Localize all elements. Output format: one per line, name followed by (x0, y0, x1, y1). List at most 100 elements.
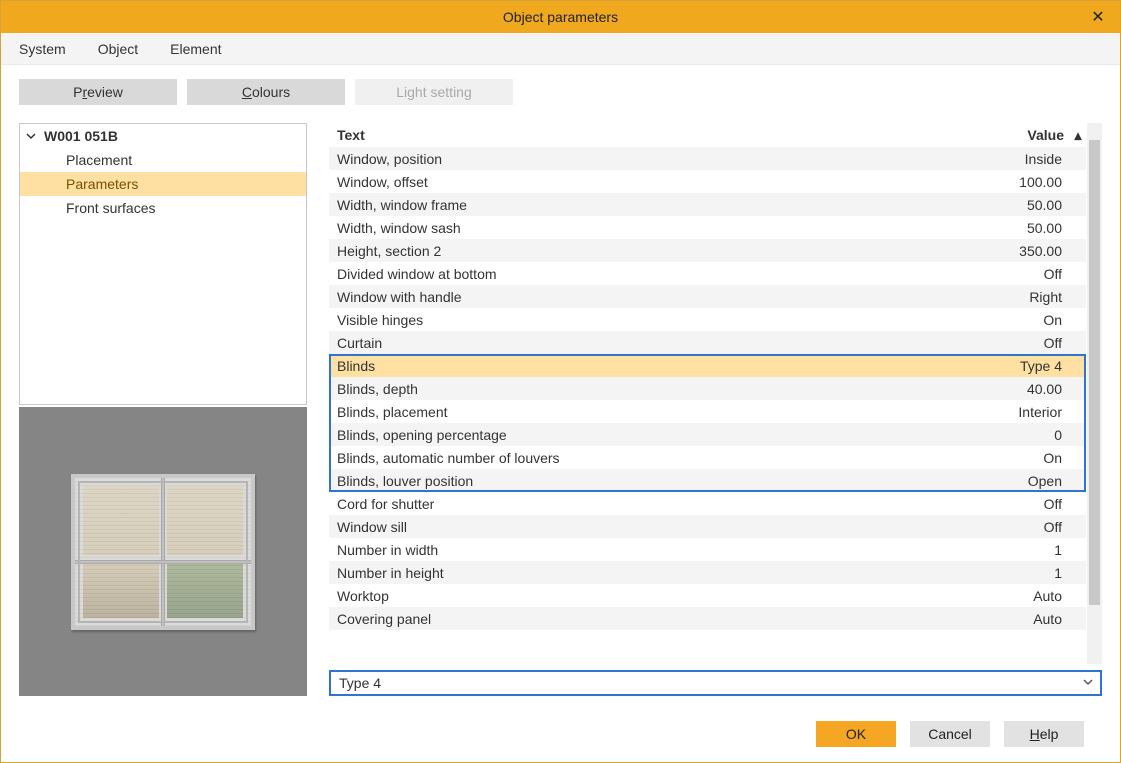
parameter-text: Width, window sash (329, 216, 922, 239)
parameter-text: Visible hinges (329, 308, 922, 331)
preview-render (71, 474, 255, 630)
parameter-value: On (922, 446, 1070, 469)
grid-header-text[interactable]: Text (329, 123, 922, 147)
parameter-value: On (922, 308, 1070, 331)
parameter-text: Worktop (329, 584, 922, 607)
parameter-row[interactable]: Blinds, placementInterior (329, 400, 1086, 423)
content-area: Preview Colours Light setting W001 051B (1, 65, 1120, 762)
parameter-text: Blinds, louver position (329, 469, 922, 492)
parameter-row[interactable]: Blinds, automatic number of louversOn (329, 446, 1086, 469)
parameter-value: Off (922, 515, 1070, 538)
parameter-row[interactable]: Blinds, louver positionOpen (329, 469, 1086, 492)
parameter-row[interactable]: CurtainOff (329, 331, 1086, 354)
parameter-row[interactable]: WorktopAuto (329, 584, 1086, 607)
parameter-value: Auto (922, 584, 1070, 607)
parameter-text: Number in width (329, 538, 922, 561)
combo-value: Type 4 (339, 675, 381, 691)
parameter-value: 1 (922, 538, 1070, 561)
parameter-value: Off (922, 331, 1070, 354)
close-button[interactable]: ✕ (1076, 1, 1120, 33)
parameter-value: 50.00 (922, 216, 1070, 239)
parameter-row[interactable]: Blinds, opening percentage0 (329, 423, 1086, 446)
parameter-row[interactable]: Width, window frame50.00 (329, 193, 1086, 216)
parameter-row[interactable]: Window, offset100.00 (329, 170, 1086, 193)
tree-item[interactable]: Parameters (20, 172, 306, 196)
parameter-value: 100.00 (922, 170, 1070, 193)
sort-asc-icon: ▴ (1074, 127, 1081, 143)
scroll-thumb[interactable] (1089, 140, 1100, 605)
parameter-row[interactable]: Number in height1 (329, 561, 1086, 584)
tree-root[interactable]: W001 051B (20, 124, 306, 148)
parameter-row[interactable]: Divided window at bottomOff (329, 262, 1086, 285)
parameter-text: Window, position (329, 147, 922, 170)
parameter-value: 1 (922, 561, 1070, 584)
tree-item[interactable]: Placement (20, 148, 306, 172)
parameter-text: Blinds, automatic number of louvers (329, 446, 922, 469)
preview-pane (19, 407, 307, 696)
dialog-footer: OK Cancel Help (19, 704, 1102, 762)
tab-light-setting: Light setting (355, 79, 513, 105)
tree-children: PlacementParametersFront surfaces (20, 148, 306, 220)
tab-preview[interactable]: Preview (19, 79, 177, 105)
main-columns: W001 051B PlacementParametersFront surfa… (19, 123, 1102, 696)
parameter-row[interactable]: Width, window sash50.00 (329, 216, 1086, 239)
parameter-value: 0 (922, 423, 1070, 446)
menu-system[interactable]: System (19, 41, 66, 57)
vertical-scrollbar[interactable]: ▲ ▼ (1087, 123, 1102, 664)
parameter-row[interactable]: Cord for shutterOff (329, 492, 1086, 515)
parameter-value: 50.00 (922, 193, 1070, 216)
parameter-text: Divided window at bottom (329, 262, 922, 285)
parameter-value: Interior (922, 400, 1070, 423)
parameter-text: Number in height (329, 561, 922, 584)
parameter-row[interactable]: Covering panelAuto (329, 607, 1086, 630)
grid-sort-indicator[interactable]: ▴ (1070, 123, 1086, 147)
menubar: System Object Element (1, 33, 1120, 65)
parameter-text: Width, window frame (329, 193, 922, 216)
tree-item[interactable]: Front surfaces (20, 196, 306, 220)
view-tabs: Preview Colours Light setting (19, 79, 1102, 105)
parameter-text: Height, section 2 (329, 239, 922, 262)
scroll-track[interactable] (1087, 138, 1102, 649)
parameter-grid-wrap: Text Value ▴ Window, positionInsideWindo… (329, 123, 1102, 664)
parameter-value: Right (922, 285, 1070, 308)
window-title: Object parameters (503, 9, 618, 25)
parameter-text: Window with handle (329, 285, 922, 308)
parameter-row[interactable]: Number in width1 (329, 538, 1086, 561)
cancel-button[interactable]: Cancel (910, 721, 990, 747)
value-editor-combo[interactable]: Type 4 (329, 670, 1102, 696)
object-tree: W001 051B PlacementParametersFront surfa… (19, 123, 307, 405)
parameter-row[interactable]: Window with handleRight (329, 285, 1086, 308)
tab-colours[interactable]: Colours (187, 79, 345, 105)
parameter-row[interactable]: Height, section 2350.00 (329, 239, 1086, 262)
parameter-value: 40.00 (922, 377, 1070, 400)
parameter-value: Off (922, 262, 1070, 285)
grid-header-value[interactable]: Value (922, 123, 1070, 147)
parameter-grid: Text Value ▴ Window, positionInsideWindo… (329, 123, 1086, 630)
parameter-text: Blinds, placement (329, 400, 922, 423)
parameter-value: 350.00 (922, 239, 1070, 262)
right-column: Text Value ▴ Window, positionInsideWindo… (329, 123, 1102, 696)
parameter-row[interactable]: Visible hingesOn (329, 308, 1086, 331)
parameter-text: Blinds (329, 354, 922, 377)
menu-element[interactable]: Element (170, 41, 221, 57)
parameter-row[interactable]: Window, positionInside (329, 147, 1086, 170)
parameter-text: Covering panel (329, 607, 922, 630)
left-column: W001 051B PlacementParametersFront surfa… (19, 123, 307, 696)
parameter-text: Curtain (329, 331, 922, 354)
scroll-up-button[interactable]: ▲ (1087, 123, 1121, 138)
grid-header-row: Text Value ▴ (329, 123, 1086, 147)
parameter-text: Window sill (329, 515, 922, 538)
parameter-text: Window, offset (329, 170, 922, 193)
parameter-row[interactable]: BlindsType 4 (329, 354, 1086, 377)
menu-object[interactable]: Object (98, 41, 138, 57)
scroll-down-button[interactable]: ▼ (1087, 649, 1121, 664)
help-button[interactable]: Help (1004, 721, 1084, 747)
parameter-row[interactable]: Window sillOff (329, 515, 1086, 538)
tree-root-label: W001 051B (44, 128, 118, 144)
close-icon: ✕ (1091, 7, 1104, 27)
parameter-value: Inside (922, 147, 1070, 170)
parameter-value: Auto (922, 607, 1070, 630)
parameter-row[interactable]: Blinds, depth40.00 (329, 377, 1086, 400)
titlebar: Object parameters ✕ (1, 1, 1120, 33)
ok-button[interactable]: OK (816, 721, 896, 747)
